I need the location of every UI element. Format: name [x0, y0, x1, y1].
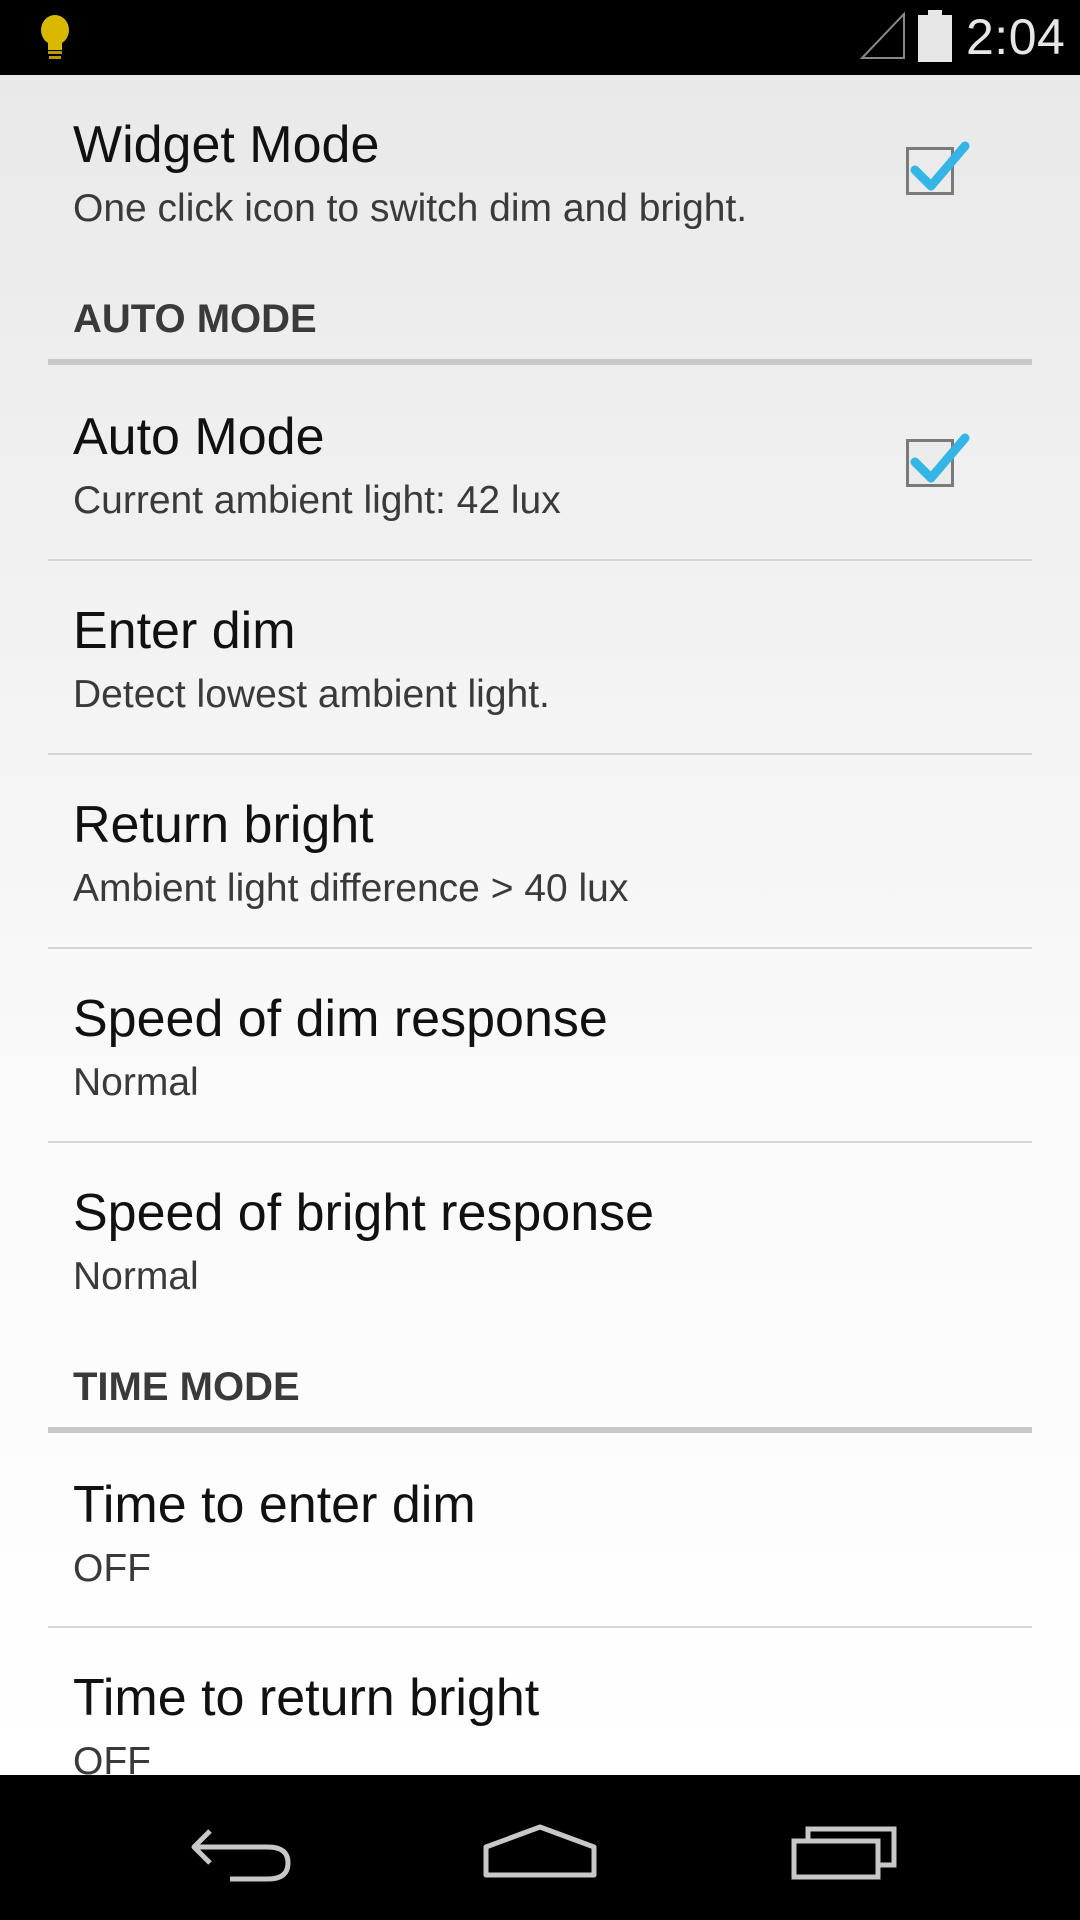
widget-mode-checkbox[interactable]: [906, 141, 970, 195]
back-icon[interactable]: [180, 1809, 300, 1889]
checkmark-icon: [910, 433, 970, 483]
recents-icon[interactable]: [780, 1809, 900, 1889]
pref-summary: Normal: [73, 1061, 199, 1104]
pref-time-enter-dim[interactable]: Time to enter dim OFF: [48, 1435, 1032, 1625]
section-header-auto-mode: AUTO MODE: [73, 297, 317, 341]
section-divider: [48, 1427, 1032, 1433]
pref-summary: OFF: [73, 1547, 151, 1590]
section-header-time-mode: TIME MODE: [73, 1365, 300, 1409]
section-divider: [48, 359, 1032, 365]
pref-return-bright[interactable]: Return bright Ambient light difference >…: [48, 755, 1032, 947]
pref-time-return-bright[interactable]: Time to return bright OFF: [48, 1628, 1032, 1775]
pref-title: Enter dim: [73, 602, 296, 660]
pref-title: Speed of bright response: [73, 1184, 655, 1242]
pref-title: Auto Mode: [73, 408, 325, 466]
battery-icon: [918, 10, 952, 62]
signal-icon: [860, 12, 905, 59]
pref-enter-dim[interactable]: Enter dim Detect lowest ambient light.: [48, 561, 1032, 753]
pref-title: Widget Mode: [73, 116, 380, 174]
pref-title: Time to return bright: [73, 1669, 540, 1727]
checkmark-icon: [910, 141, 970, 191]
pref-summary: Ambient light difference > 40 lux: [73, 867, 629, 910]
pref-speed-dim[interactable]: Speed of dim response Normal: [48, 949, 1032, 1141]
pref-speed-bright[interactable]: Speed of bright response Normal: [48, 1143, 1032, 1333]
pref-summary: Detect lowest ambient light.: [73, 673, 550, 716]
pref-widget-mode[interactable]: Widget Mode One click icon to switch dim…: [48, 75, 1032, 245]
pref-summary: One click icon to switch dim and bright.: [73, 187, 748, 230]
pref-title: Return bright: [73, 796, 374, 854]
home-icon[interactable]: [480, 1809, 600, 1889]
pref-summary: Current ambient light: 42 lux: [73, 479, 561, 522]
pref-title: Time to enter dim: [73, 1476, 476, 1534]
auto-mode-checkbox[interactable]: [906, 433, 970, 487]
settings-list[interactable]: Widget Mode One click icon to switch dim…: [0, 75, 1080, 1775]
pref-title: Speed of dim response: [73, 990, 608, 1048]
clock: 2:04: [966, 9, 1066, 65]
pref-summary: OFF: [73, 1740, 151, 1775]
navigation-bar: [0, 1775, 1080, 1920]
pref-summary: Normal: [73, 1255, 199, 1298]
status-bar: 2:04: [0, 0, 1080, 75]
pref-auto-mode[interactable]: Auto Mode Current ambient light: 42 lux: [48, 375, 1032, 555]
lightbulb-icon: [41, 15, 69, 59]
